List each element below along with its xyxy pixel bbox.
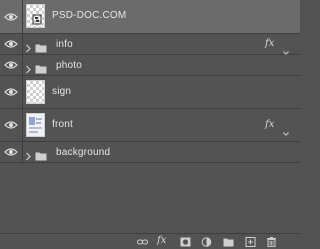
visibility-column [0, 0, 23, 33]
eye-icon[interactable] [4, 39, 18, 49]
visibility-column [0, 109, 23, 141]
layer-row-front[interactable]: front fx [0, 109, 300, 142]
layer-row-psd-doc[interactable]: PSD-DOC.COM [0, 0, 300, 34]
layer-thumbnail[interactable] [26, 80, 45, 104]
eye-icon[interactable] [4, 87, 18, 97]
layer-row-sign[interactable]: sign [0, 76, 300, 109]
folder-icon [35, 40, 47, 53]
folder-icon [35, 61, 47, 74]
adjustment-icon[interactable] [201, 237, 212, 247]
layer-name[interactable]: background [56, 147, 110, 158]
layer-row-photo[interactable]: photo [0, 55, 300, 76]
visibility-column [0, 34, 23, 54]
group-icon[interactable] [223, 237, 234, 247]
layer-name[interactable]: front [52, 119, 73, 130]
chevron-right-icon[interactable] [25, 40, 32, 53]
link-icon[interactable] [137, 237, 148, 247]
trash-icon[interactable] [266, 237, 277, 247]
eye-icon[interactable] [4, 120, 18, 130]
layer-row-info[interactable]: info fx [0, 34, 300, 55]
mask-icon[interactable] [180, 237, 191, 247]
layer-thumbnail[interactable] [26, 113, 45, 137]
fx-badge[interactable]: fx [265, 38, 274, 49]
new-layer-icon[interactable] [245, 237, 256, 247]
fx-icon[interactable]: fx [157, 235, 166, 246]
layer-row-background[interactable]: background [0, 142, 300, 163]
layer-name[interactable]: sign [52, 86, 71, 97]
layer-thumbnail[interactable] [26, 4, 45, 28]
layers-footer-toolbar: fx [0, 233, 300, 249]
eye-icon[interactable] [4, 147, 18, 157]
chevron-down-icon[interactable] [283, 123, 289, 136]
eye-icon[interactable] [4, 12, 18, 22]
visibility-column [0, 142, 23, 162]
chevron-down-icon[interactable] [283, 42, 289, 55]
visibility-column [0, 55, 23, 75]
folder-icon [35, 148, 47, 161]
layer-name[interactable]: photo [56, 60, 82, 71]
fx-badge[interactable]: fx [265, 119, 274, 130]
visibility-column [0, 76, 23, 108]
layers-panel: PSD-DOC.COM info fx photo sign front fx … [0, 0, 300, 249]
chevron-right-icon[interactable] [25, 148, 32, 161]
eye-icon[interactable] [4, 60, 18, 70]
chevron-right-icon[interactable] [25, 61, 32, 74]
layer-name[interactable]: PSD-DOC.COM [52, 10, 126, 21]
layer-name[interactable]: info [56, 39, 73, 50]
